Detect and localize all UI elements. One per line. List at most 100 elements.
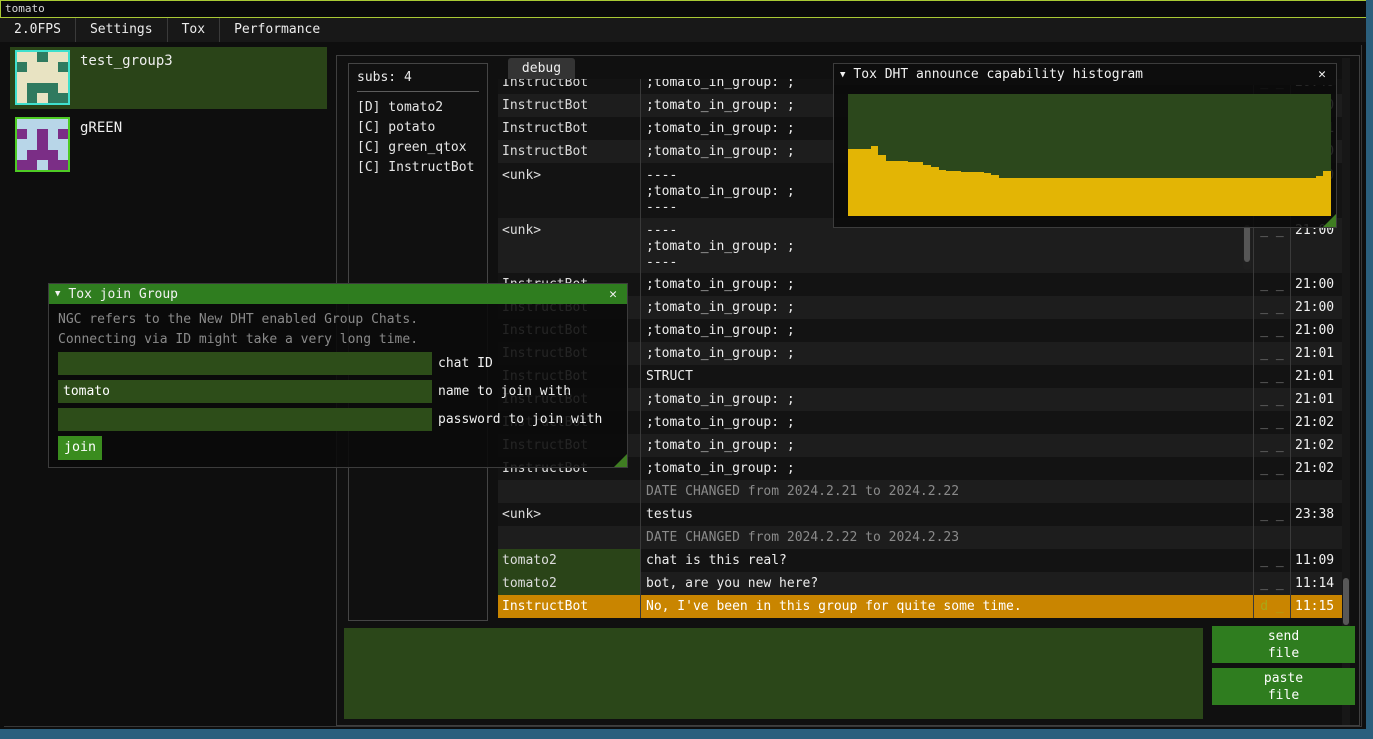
histogram-bin bbox=[999, 178, 1007, 216]
collapse-arrow-icon[interactable]: ▼ bbox=[55, 289, 60, 299]
contact-row-test_group3[interactable]: test_group3 bbox=[10, 47, 327, 109]
close-icon[interactable]: ✕ bbox=[1314, 67, 1330, 82]
avatar-pixel bbox=[37, 52, 47, 62]
message-row[interactable]: tomato2bot, are you new here?_ _11:14 bbox=[498, 572, 1343, 595]
date-changed-text: DATE CHANGED from 2024.2.21 to 2024.2.22 bbox=[640, 480, 1253, 503]
join-info-line2: Connecting via ID might take a very long… bbox=[58, 332, 418, 347]
send-file-button[interactable]: send file bbox=[1212, 626, 1355, 663]
chat-scrollbar-thumb[interactable] bbox=[1343, 578, 1349, 625]
avatar-pixel bbox=[48, 52, 58, 62]
avatar-pixel bbox=[37, 129, 47, 139]
close-icon[interactable]: ✕ bbox=[605, 287, 621, 302]
message-status: _ _ bbox=[1253, 572, 1290, 595]
chat-id-field[interactable] bbox=[58, 352, 432, 375]
histogram-bin bbox=[1308, 178, 1316, 216]
avatar-pixel bbox=[58, 129, 68, 139]
chat-scrollbar[interactable] bbox=[1342, 58, 1350, 725]
subs-member[interactable]: [C] InstructBot bbox=[357, 158, 479, 178]
histogram-bin bbox=[863, 149, 871, 216]
date-changed-row[interactable]: DATE CHANGED from 2024.2.22 to 2024.2.23 bbox=[498, 526, 1343, 549]
os-title-bar[interactable]: tomato bbox=[0, 0, 1366, 18]
histogram-bin bbox=[1271, 178, 1279, 216]
avatar-pixel bbox=[48, 150, 58, 160]
message-timestamp: 11:14 bbox=[1290, 572, 1342, 595]
avatar-pixel bbox=[17, 52, 27, 62]
join-password-field[interactable] bbox=[58, 408, 432, 431]
avatar-pixel bbox=[48, 160, 58, 170]
avatar-pixel bbox=[17, 72, 27, 82]
contact-row-gREEN[interactable]: gREEN bbox=[10, 114, 327, 176]
avatar-pixel bbox=[48, 93, 58, 103]
histogram-bin bbox=[908, 162, 916, 216]
message-row[interactable]: InstructBotNo, I've been in this group f… bbox=[498, 595, 1343, 618]
message-status: _ _ bbox=[1253, 503, 1290, 526]
message-author: tomato2 bbox=[498, 549, 640, 572]
message-status: _ _ bbox=[1253, 411, 1290, 434]
message-author: InstructBot bbox=[498, 94, 640, 117]
message-text: ;tomato_in_group: ; bbox=[640, 273, 1253, 296]
message-text: ;tomato_in_group: ; bbox=[640, 457, 1253, 480]
message-input[interactable] bbox=[344, 628, 1203, 719]
histogram-bin bbox=[1029, 178, 1037, 216]
histogram-bin bbox=[1233, 178, 1241, 216]
avatar-pixel bbox=[58, 139, 68, 149]
avatar-pixel bbox=[37, 93, 47, 103]
avatar-pixel bbox=[58, 72, 68, 82]
join-group-titlebar[interactable]: ▼ Tox join Group ✕ bbox=[49, 284, 627, 304]
avatar-pixel bbox=[48, 83, 58, 93]
date-changed-text: DATE CHANGED from 2024.2.22 to 2024.2.23 bbox=[640, 526, 1253, 549]
join-name-field[interactable] bbox=[58, 380, 432, 403]
message-status: _ _ bbox=[1253, 388, 1290, 411]
subs-member[interactable]: [C] potato bbox=[357, 118, 479, 138]
subs-list: [D] tomato2[C] potato[C] green_qtox[C] I… bbox=[357, 98, 479, 178]
histogram-bins bbox=[848, 94, 1331, 216]
menu-bar: 2.0FPSSettingsToxPerformance bbox=[0, 18, 1366, 42]
avatar-pixel bbox=[48, 129, 58, 139]
message-timestamp: 21:02 bbox=[1290, 411, 1342, 434]
collapse-arrow-icon[interactable]: ▼ bbox=[840, 70, 845, 80]
tab-debug[interactable]: debug bbox=[508, 58, 575, 79]
subs-member[interactable]: [C] green_qtox bbox=[357, 138, 479, 158]
avatar-pixel bbox=[58, 62, 68, 72]
histogram-bin bbox=[1105, 178, 1113, 216]
histogram-bin bbox=[1323, 171, 1331, 216]
paste-file-button[interactable]: paste file bbox=[1212, 668, 1355, 705]
join-info-line1: NGC refers to the New DHT enabled Group … bbox=[58, 312, 418, 327]
message-timestamp bbox=[1290, 480, 1342, 503]
resize-grip[interactable] bbox=[614, 454, 627, 467]
avatar-pixel bbox=[48, 62, 58, 72]
menu-item-settings[interactable]: Settings bbox=[76, 18, 167, 42]
histogram-bin bbox=[1248, 178, 1256, 216]
date-changed-row[interactable]: DATE CHANGED from 2024.2.21 to 2024.2.22 bbox=[498, 480, 1343, 503]
message-row[interactable]: tomato2chat is this real?_ _11:09 bbox=[498, 549, 1343, 572]
histogram-bin bbox=[1150, 178, 1158, 216]
histogram-bin bbox=[1173, 178, 1181, 216]
contact-avatar bbox=[15, 117, 70, 172]
histogram-bin bbox=[901, 161, 909, 216]
message-inner-scrollbar-thumb[interactable] bbox=[1244, 225, 1250, 262]
menu-item-tox[interactable]: Tox bbox=[168, 18, 219, 42]
histogram-bin bbox=[1180, 178, 1188, 216]
message-timestamp: 23:38 bbox=[1290, 503, 1342, 526]
message-text: ;tomato_in_group: ; bbox=[640, 434, 1253, 457]
histogram-bin bbox=[1120, 178, 1128, 216]
subs-member[interactable]: [D] tomato2 bbox=[357, 98, 479, 118]
message-status: d _ bbox=[1253, 595, 1290, 618]
message-row[interactable]: <unk>testus_ _23:38 bbox=[498, 503, 1343, 526]
message-text: ;tomato_in_group: ; bbox=[640, 319, 1253, 342]
avatar-pixel bbox=[58, 150, 68, 160]
avatar-pixel bbox=[27, 93, 37, 103]
separator bbox=[357, 91, 479, 92]
resize-grip[interactable] bbox=[1323, 214, 1336, 227]
menu-item-performance[interactable]: Performance bbox=[220, 18, 334, 42]
message-status bbox=[1253, 526, 1290, 549]
join-button[interactable]: join bbox=[58, 436, 102, 460]
histogram-bin bbox=[1316, 176, 1324, 216]
message-author bbox=[498, 526, 640, 549]
avatar-pixel bbox=[37, 72, 47, 82]
dht-histogram-titlebar[interactable]: ▼ Tox DHT announce capability histogram … bbox=[834, 64, 1336, 85]
histogram-bin bbox=[1097, 178, 1105, 216]
avatar-pixel bbox=[27, 52, 37, 62]
histogram-bin bbox=[984, 173, 992, 216]
histogram-bin bbox=[946, 171, 954, 216]
